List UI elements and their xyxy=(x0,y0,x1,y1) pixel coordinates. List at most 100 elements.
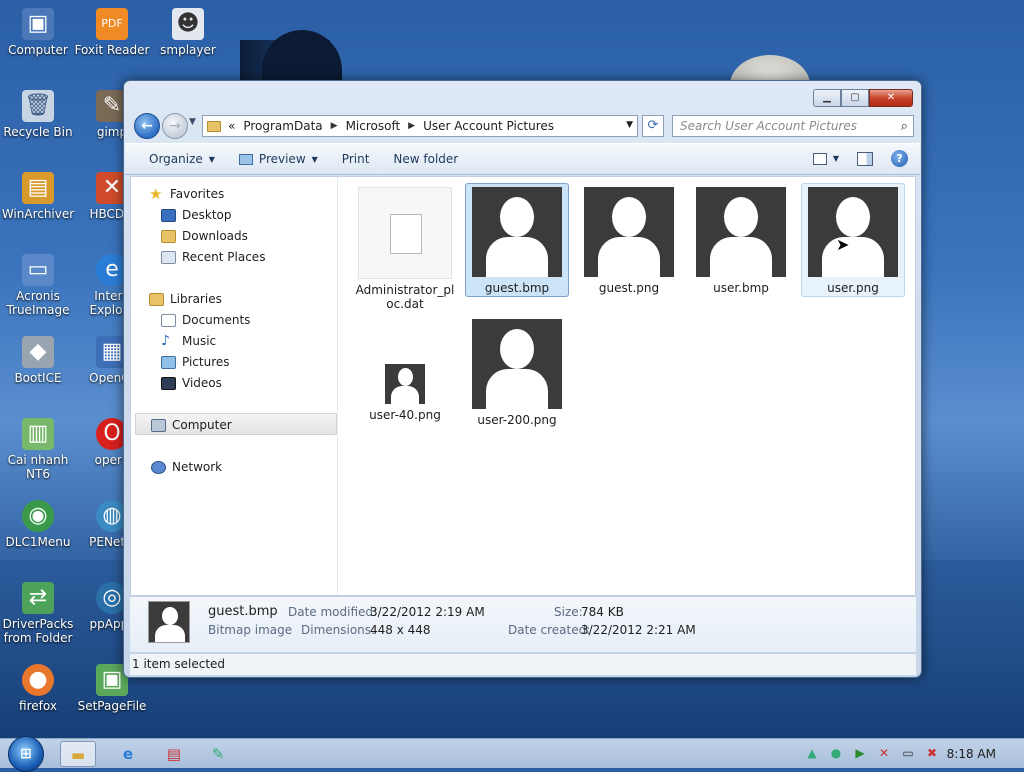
toolbar-right: ▼ ? xyxy=(812,150,908,167)
nav-network[interactable]: Network xyxy=(151,458,222,476)
organize-button[interactable]: Organize ▼ xyxy=(149,152,215,166)
installer-icon: ▥ xyxy=(22,418,54,450)
details-dimensions-label: Dimensions: xyxy=(301,623,376,637)
firefox-icon: ● xyxy=(22,664,54,696)
system-tray: ▲ ● ▶ ✕ ▭ ✖ xyxy=(804,745,940,761)
network-icon xyxy=(151,460,166,474)
file-name: Administrator_pl oc.dat xyxy=(355,283,455,311)
maximize-button[interactable]: ▢ xyxy=(841,89,869,107)
tray-monitor-icon[interactable]: ▭ xyxy=(900,745,916,761)
breadcrumb-overflow[interactable]: « xyxy=(228,119,235,133)
nav-downloads[interactable]: Downloads xyxy=(161,227,248,245)
file-item[interactable]: guest.png xyxy=(577,183,681,297)
desktop-icon-firefox[interactable]: ● firefox xyxy=(0,664,76,713)
taskbar-ie-button[interactable]: e xyxy=(110,741,146,767)
desktop-icon xyxy=(161,208,176,222)
file-item[interactable]: user.bmp xyxy=(689,183,793,297)
file-name: user.bmp xyxy=(713,281,769,295)
nav-desktop[interactable]: Desktop xyxy=(161,206,232,224)
videos-icon xyxy=(161,376,176,390)
desktop-icon-label: Computer xyxy=(8,43,68,57)
file-name: guest.bmp xyxy=(484,281,550,295)
breadcrumb-programdata[interactable]: ProgramData xyxy=(243,119,322,133)
documents-icon xyxy=(161,313,176,327)
nav-videos[interactable]: Videos xyxy=(161,374,222,392)
tray-network-icon[interactable]: ▲ xyxy=(804,745,820,761)
file-name: user-200.png xyxy=(477,413,557,427)
avatar-head xyxy=(162,607,178,625)
preview-button[interactable]: Preview ▼ xyxy=(238,152,318,166)
clock[interactable]: 8:18 AM xyxy=(947,747,996,761)
nav-music[interactable]: ♪ Music xyxy=(161,332,216,350)
desktop-icon-foxit-reader[interactable]: PDF Foxit Reader xyxy=(74,8,150,57)
desktop-icon-label: firefox xyxy=(19,699,57,713)
back-button[interactable]: ← xyxy=(134,113,160,139)
file-name: user-40.png xyxy=(369,408,441,422)
nav-label: Network xyxy=(172,460,223,474)
taskbar-explorer-button[interactable]: ▬ xyxy=(60,741,96,767)
desktop-icon-computer[interactable]: ▣ Computer xyxy=(0,8,76,57)
nav-pictures[interactable]: Pictures xyxy=(161,353,230,371)
chevron-down-icon[interactable]: ▼ xyxy=(626,120,633,130)
taskbar-app-button[interactable]: ✎ xyxy=(200,741,236,767)
desktop-icon-winarchiver[interactable]: ▤ WinArchiver xyxy=(0,172,76,221)
tray-volume-muted-icon[interactable]: ✖ xyxy=(924,745,940,761)
file-list: Administrator_pl oc.dat guest.bmp guest.… xyxy=(349,177,909,595)
print-button[interactable]: Print xyxy=(342,152,370,166)
tray-tool-icon[interactable]: ✕ xyxy=(876,745,892,761)
print-label: Print xyxy=(341,152,370,166)
explorer-window[interactable]: ▁ ▢ ✕ ← → ▼ « ProgramData ▶ Microsoft ▶ … xyxy=(123,80,922,678)
forward-button[interactable]: → xyxy=(162,113,188,139)
recycle-bin-icon: 🗑 xyxy=(22,90,54,122)
change-view-button[interactable]: ▼ xyxy=(812,152,839,165)
file-item[interactable]: user.png xyxy=(801,183,905,297)
minimize-button[interactable]: ▁ xyxy=(813,89,841,107)
file-item[interactable]: user-40.png xyxy=(353,315,457,429)
desktop-icon-cai-nhanh[interactable]: ▥ Cai nhanh NT6 xyxy=(0,418,76,481)
pdf-icon: PDF xyxy=(96,8,128,40)
history-dropdown-icon[interactable]: ▼ xyxy=(189,117,196,127)
file-item[interactable]: Administrator_pl oc.dat xyxy=(353,183,457,311)
preview-pane-icon[interactable] xyxy=(857,151,873,166)
taskbar-app-button[interactable]: ▤ xyxy=(156,741,192,767)
view-icon xyxy=(812,152,827,165)
desktop-icon-driverpacks[interactable]: ⇄ DriverPacks from Folder xyxy=(0,582,76,645)
user-avatar-thumbnail xyxy=(696,187,786,277)
file-item[interactable]: guest.bmp xyxy=(465,183,569,297)
search-input[interactable]: Search User Account Pictures ⌕ xyxy=(672,115,914,137)
tray-shield-icon[interactable]: ● xyxy=(828,745,844,761)
file-item[interactable]: user-200.png xyxy=(465,315,569,429)
nav-documents[interactable]: Documents xyxy=(161,311,250,329)
nav-favorites[interactable]: ★ Favorites xyxy=(149,185,224,203)
desktop-icon-dlc1menu[interactable]: ◉ DLC1Menu xyxy=(0,500,76,549)
refresh-button[interactable]: ⟳ xyxy=(642,115,664,137)
start-button[interactable]: ⊞ xyxy=(8,736,44,772)
new-folder-button[interactable]: New folder xyxy=(393,152,458,166)
details-pane: guest.bmp Bitmap image Date modified: 3/… xyxy=(130,596,916,652)
desktop-icon-acronis[interactable]: ▭ Acronis TrueImage xyxy=(0,254,76,317)
avatar-body xyxy=(598,237,660,277)
desktop-icon-label: Cai nhanh NT6 xyxy=(7,453,69,481)
chevron-right-icon[interactable]: ▶ xyxy=(331,121,338,131)
nav-recent-places[interactable]: Recent Places xyxy=(161,248,265,266)
chevron-down-icon: ▼ xyxy=(208,154,215,164)
desktop-icon-smplayer[interactable]: ☻ smplayer xyxy=(150,8,226,57)
chevron-right-icon[interactable]: ▶ xyxy=(408,121,415,131)
breadcrumb-user-account-pictures[interactable]: User Account Pictures xyxy=(423,119,554,133)
nav-computer[interactable]: Computer xyxy=(151,416,232,434)
details-size-label: Size: xyxy=(554,605,583,619)
nav-libraries[interactable]: Libraries xyxy=(149,290,222,308)
help-icon[interactable]: ? xyxy=(891,150,908,167)
desktop-icon-recycle-bin[interactable]: 🗑 Recycle Bin xyxy=(0,90,76,139)
details-created-value: 3/22/2012 2:21 AM xyxy=(581,623,696,637)
preview-icon xyxy=(238,153,253,165)
chevron-down-icon: ▼ xyxy=(311,154,318,164)
desktop-icon-bootice[interactable]: ◆ BootICE xyxy=(0,336,76,385)
nav-label: Music xyxy=(182,334,217,348)
tray-play-icon[interactable]: ▶ xyxy=(852,745,868,761)
desktop-icon-label: Recycle Bin xyxy=(3,125,73,139)
breadcrumb-microsoft[interactable]: Microsoft xyxy=(346,119,401,133)
close-button[interactable]: ✕ xyxy=(869,89,913,107)
search-icon[interactable]: ⌕ xyxy=(901,117,908,137)
address-bar[interactable]: « ProgramData ▶ Microsoft ▶ User Account… xyxy=(202,115,638,137)
